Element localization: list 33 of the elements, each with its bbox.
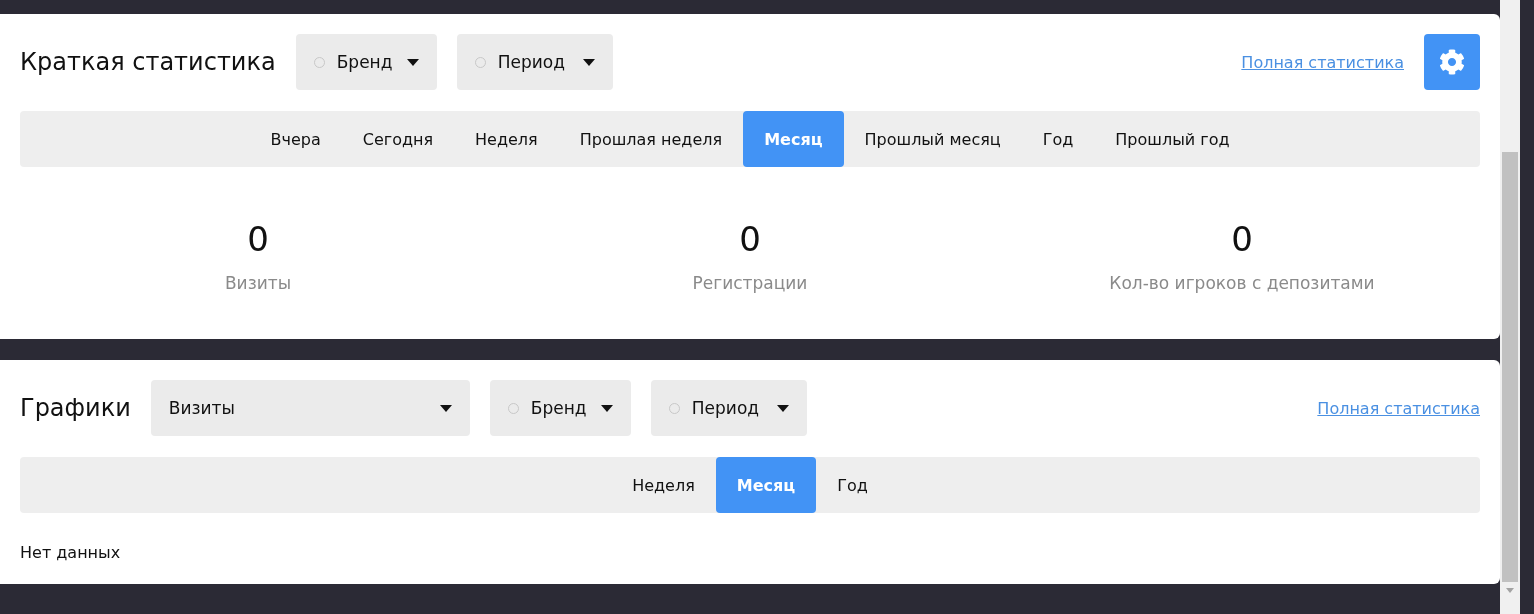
period-tab[interactable]: Год [1021,111,1095,167]
period-tab[interactable]: Неделя [611,457,716,513]
period-tab[interactable]: Прошлый месяц [843,111,1022,167]
section-title: Краткая статистика [20,48,276,76]
caret-icon [600,404,613,412]
stat-label: Регистрации [692,273,808,293]
scrollbar-thumb[interactable] [1502,152,1518,582]
stat-value: 0 [1231,219,1253,259]
stat-value: 0 [247,219,269,259]
scroll-down-icon[interactable] [1506,588,1514,593]
period-tab[interactable]: Сегодня [341,111,455,167]
dropdown[interactable]: Период [456,34,613,90]
dropdown[interactable]: Период [650,380,807,436]
caret-icon [582,58,595,66]
section-title: Графики [20,394,131,422]
caret-icon [439,404,452,412]
stat-label: Кол-во игроков с депозитами [1109,273,1375,293]
dropdown[interactable]: Бренд [489,380,631,436]
caret-icon [776,404,789,412]
period-tab[interactable]: Прошлая неделя [558,111,744,167]
period-tab[interactable]: Год [816,457,889,513]
settings-button[interactable] [1424,34,1480,90]
settings-icon [1439,49,1465,75]
period-tab[interactable]: Неделя [454,111,559,167]
dropdown[interactable]: Бренд [295,34,437,90]
period-tab[interactable]: Прошлый год [1094,111,1251,167]
stat-value: 0 [739,219,761,259]
metric-dropdown[interactable]: Визиты [150,380,470,436]
period-tab[interactable]: Вчера [249,111,342,167]
scrollbar[interactable] [1500,0,1520,614]
empty-message: Нет данных [20,543,122,564]
caret-icon [406,58,419,66]
stat-label: Визиты [224,273,292,293]
